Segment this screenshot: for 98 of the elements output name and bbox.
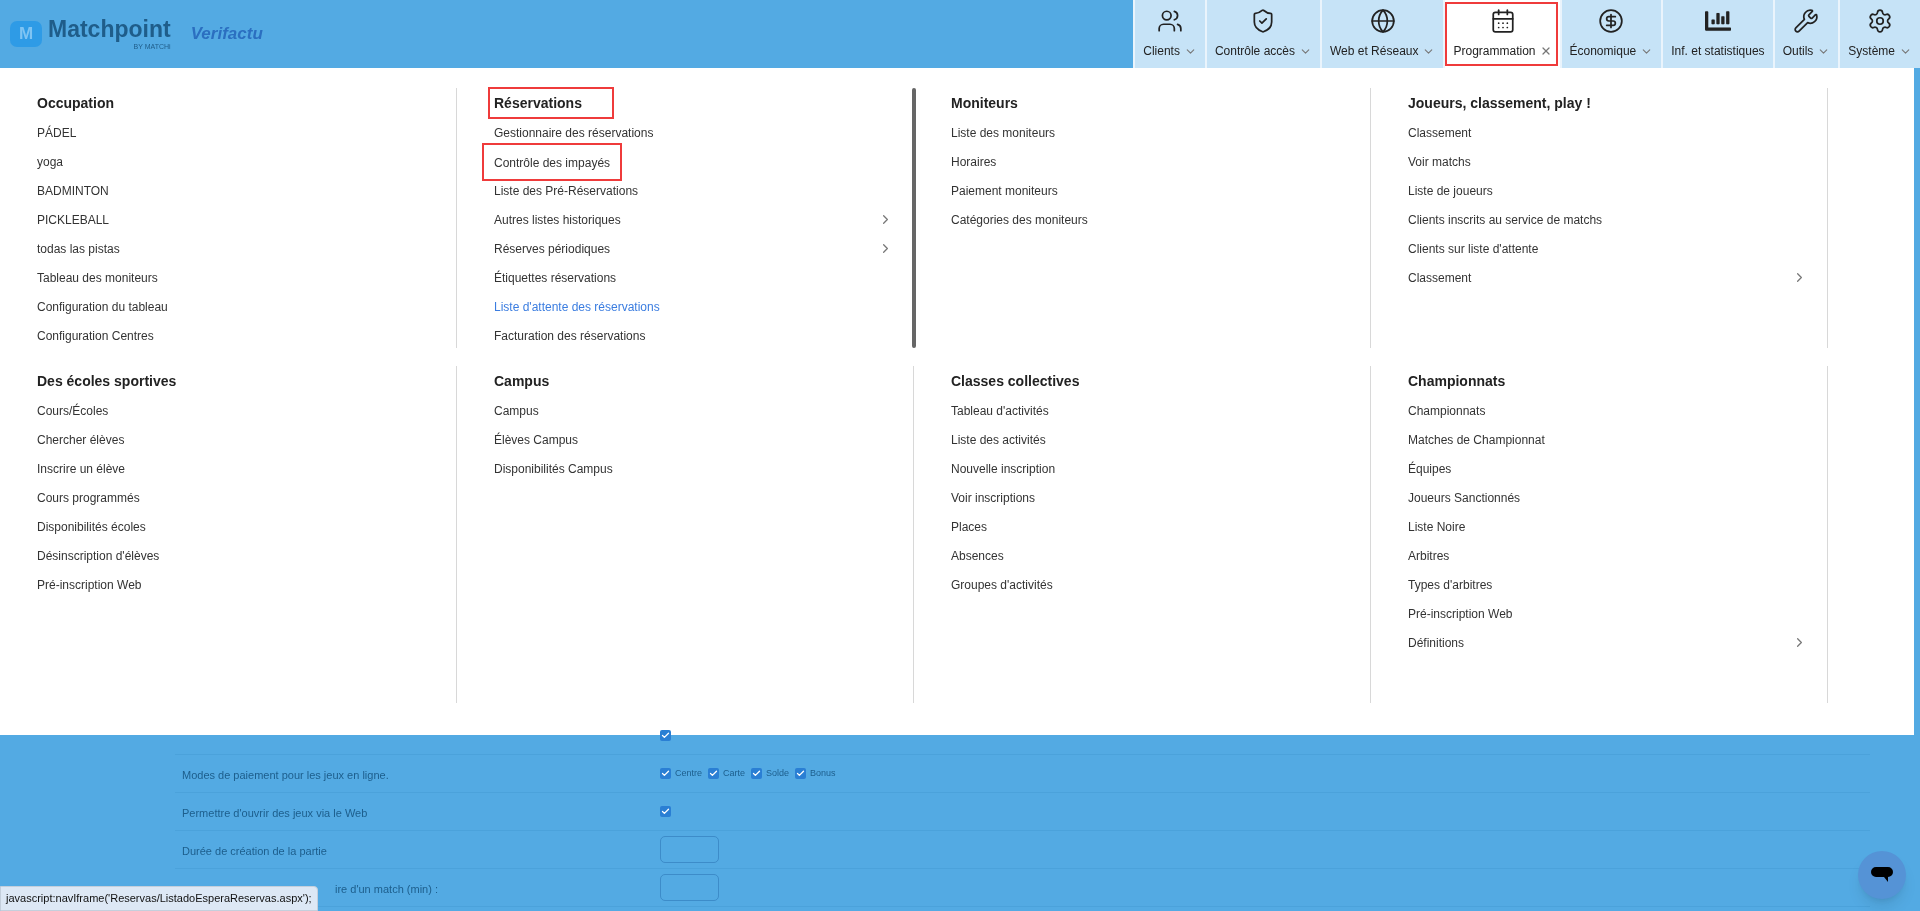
menu-link[interactable]: todas las pistas	[37, 239, 120, 258]
menu-link[interactable]: Championnats	[1408, 401, 1486, 420]
section-title: Occupation	[37, 93, 114, 113]
menu-link[interactable]: Liste Noire	[1408, 517, 1466, 536]
nav-tab[interactable]: Système	[1838, 0, 1920, 68]
input-field[interactable]	[660, 874, 719, 901]
checkbox[interactable]	[660, 730, 671, 741]
menu-link[interactable]: Voir matchs	[1408, 152, 1471, 171]
menu-link[interactable]: Campus	[494, 401, 539, 420]
menu-link[interactable]: Horaires	[951, 152, 997, 171]
menu-link[interactable]: Liste de joueurs	[1408, 181, 1493, 200]
menu-link[interactable]: Disponibilités écoles	[37, 517, 146, 536]
menu-link[interactable]: Gestionnaire des réservations	[494, 123, 654, 142]
menu-link[interactable]: Arbitres	[1408, 546, 1450, 565]
globe-icon	[1369, 8, 1396, 34]
chat-icon	[1870, 866, 1894, 884]
menu-link[interactable]: Inscrire un élève	[37, 459, 126, 478]
menu-link[interactable]: Réserves périodiques	[494, 239, 611, 258]
section-title: Classes collectives	[951, 371, 1080, 391]
menu-link[interactable]: Joueurs Sanctionnés	[1408, 488, 1521, 507]
menu-link[interactable]: Liste des moniteurs	[951, 123, 1056, 142]
menu-link[interactable]: Cours programmés	[37, 488, 140, 507]
section-title: Campus	[494, 371, 550, 391]
nav-tab[interactable]: Contrôle accès	[1204, 0, 1320, 68]
nav-tab[interactable]: Économique	[1559, 0, 1662, 68]
menu-link[interactable]: Chercher élèves	[37, 430, 125, 449]
menu-link[interactable]: Clients inscrits au service de matchs	[1408, 210, 1603, 229]
checkbox[interactable]	[708, 768, 719, 779]
menu-link[interactable]: Groupes d'activités	[951, 575, 1053, 594]
option-label: Carte	[723, 766, 746, 780]
chat-button[interactable]	[1858, 851, 1906, 899]
checkbox[interactable]	[660, 768, 671, 779]
nav-tab[interactable]: Programmation	[1443, 0, 1560, 68]
menu-link[interactable]: Classement	[1408, 123, 1472, 142]
dollar-icon	[1598, 8, 1625, 34]
setting-label: Modes de paiement pour les jeux en ligne.	[182, 768, 389, 781]
scrollbar[interactable]	[912, 88, 916, 348]
menu-link[interactable]: PÁDEL	[37, 123, 77, 142]
option-label: Centre	[675, 766, 702, 780]
menu-link[interactable]: Nouvelle inscription	[951, 459, 1056, 478]
menu-link[interactable]: Équipes	[1408, 459, 1452, 478]
menu-link[interactable]: BADMINTON	[37, 181, 109, 200]
menu-link[interactable]: Matches de Championnat	[1408, 430, 1545, 449]
menu-link[interactable]: Paiement moniteurs	[951, 181, 1058, 200]
menu-link[interactable]: Pré-inscription Web	[37, 575, 142, 594]
section-title: Réservations	[494, 95, 582, 111]
section-title: Des écoles sportives	[37, 371, 177, 391]
menu-link[interactable]: Pré-inscription Web	[1408, 604, 1513, 623]
menu-link[interactable]: Configuration Centres	[37, 326, 154, 345]
menu-link[interactable]: Cours/Écoles	[37, 401, 109, 420]
menu-link[interactable]: Liste d'attente des réservations	[494, 297, 660, 316]
menu-link[interactable]: Configuration du tableau	[37, 297, 168, 316]
menu-link[interactable]: Facturation des réservations	[494, 326, 646, 345]
menu-link[interactable]: Types d'arbitres	[1408, 575, 1493, 594]
partner-logo: Verifactu	[190, 23, 263, 46]
checkbox[interactable]	[795, 768, 807, 779]
status-bar: javascript:navIframe('Reservas/ListadoEsperaReservas.aspx');	[0, 886, 318, 911]
nav-tab[interactable]: Web et Réseaux	[1320, 0, 1444, 68]
section-title: Championnats	[1408, 371, 1506, 391]
menu-link[interactable]: Voir inscriptions	[951, 488, 1036, 507]
menu-link[interactable]: Définitions	[1408, 633, 1465, 652]
menu-link[interactable]: Liste des Pré-Réservations	[494, 181, 639, 200]
menu-link[interactable]: Tableau des moniteurs	[37, 268, 158, 287]
option-label: Bonus	[810, 766, 836, 780]
nav-tab[interactable]: Outils	[1772, 0, 1839, 68]
wrench-icon	[1793, 8, 1820, 34]
menu-link[interactable]: Autres listes historiques	[494, 210, 621, 229]
setting-label: Durée de création de la partie	[182, 844, 327, 857]
calendar-icon	[1489, 8, 1516, 34]
logo-mark: M	[10, 21, 42, 47]
menu-link[interactable]: Désinscription d'élèves	[37, 546, 160, 565]
checkbox[interactable]	[660, 806, 671, 817]
users-icon	[1157, 8, 1184, 34]
checkbox[interactable]	[751, 768, 763, 779]
option-label: Solde	[766, 766, 790, 780]
section-title: Moniteurs	[951, 93, 1018, 113]
nav-tab[interactable]: Clients	[1133, 0, 1205, 68]
menu-link[interactable]: Places	[951, 517, 988, 536]
menu-link[interactable]: Étiquettes réservations	[494, 268, 617, 287]
menu-link[interactable]: Tableau d'activités	[951, 401, 1049, 420]
input-field[interactable]	[660, 836, 719, 863]
setting-label: Permettre d'ouvrir des jeux via le Web	[182, 806, 368, 819]
nav-tab[interactable]: Inf. et statistiques	[1661, 0, 1773, 68]
menu-link[interactable]: Absences	[951, 546, 1004, 565]
menu-link[interactable]: Contrôle des impayés	[494, 155, 611, 170]
menu-link[interactable]: PICKLEBALL	[37, 210, 110, 229]
menu-link[interactable]: Catégories des moniteurs	[951, 210, 1088, 229]
menu-link[interactable]: yoga	[37, 152, 64, 171]
section-title: Joueurs, classement, play !	[1408, 93, 1591, 113]
menu-link[interactable]: Classement	[1408, 268, 1472, 287]
menu-link[interactable]: Liste des activités	[951, 430, 1046, 449]
menu-link[interactable]: Élèves Campus	[494, 430, 579, 449]
bar-chart-icon	[1704, 8, 1731, 34]
setting-label: ire d'un match (min) :	[335, 882, 438, 895]
menu-link[interactable]: Clients sur liste d'attente	[1408, 239, 1539, 258]
menu-link[interactable]: Disponibilités Campus	[494, 459, 613, 478]
settings-icon	[1867, 8, 1894, 34]
logo-text: Matchpoint	[48, 18, 171, 41]
